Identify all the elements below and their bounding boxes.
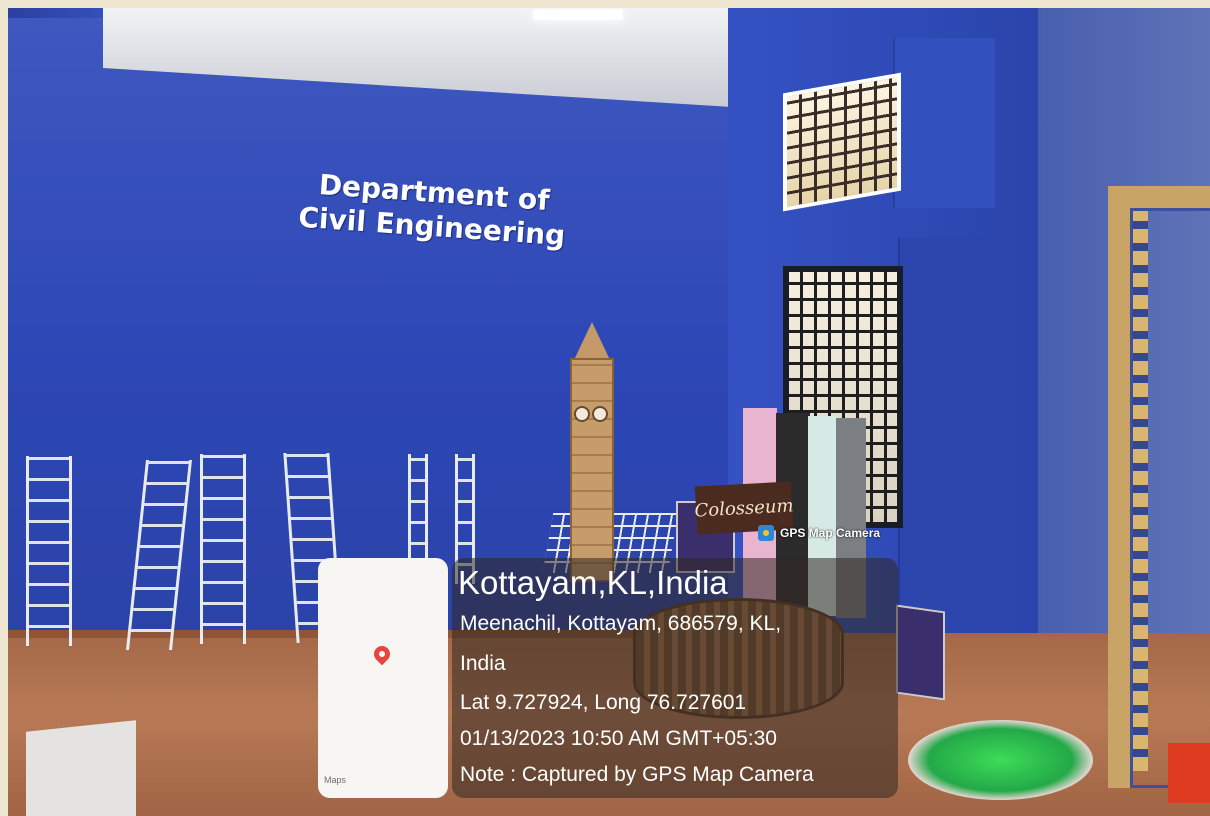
truss-model <box>26 456 72 646</box>
white-board <box>26 720 136 816</box>
clock-face <box>592 406 608 422</box>
address-line-1: Meenachil, Kottayam, 686579, KL, <box>460 612 782 635</box>
coordinates: Lat 9.727924, Long 76.727601 <box>460 691 747 714</box>
upper-wall-panel <box>893 38 995 208</box>
ceiling-light <box>533 10 623 20</box>
decorative-frame <box>1108 186 1210 788</box>
truss-model <box>200 454 246 644</box>
gps-map-camera-icon <box>758 525 774 541</box>
info-board <box>896 604 945 701</box>
address-line-2: India <box>460 652 506 675</box>
clock-tower-spire <box>574 322 610 360</box>
clock-face <box>574 406 590 422</box>
map-thumbnail[interactable] <box>318 558 448 798</box>
terrain-model <box>908 720 1093 800</box>
red-box <box>1168 743 1210 803</box>
gps-app-name: GPS Map Camera <box>780 526 881 540</box>
capture-note: Note : Captured by GPS Map Camera <box>460 763 814 786</box>
maps-credit: Maps <box>324 775 347 785</box>
clock-tower-model <box>570 358 614 582</box>
timestamp: 01/13/2023 10:50 AM GMT+05:30 <box>460 727 777 750</box>
location-title: Kottayam,KL,India <box>458 564 728 601</box>
ventilator-window <box>783 72 901 212</box>
gps-app-label: GPS Map Camera <box>758 522 880 544</box>
